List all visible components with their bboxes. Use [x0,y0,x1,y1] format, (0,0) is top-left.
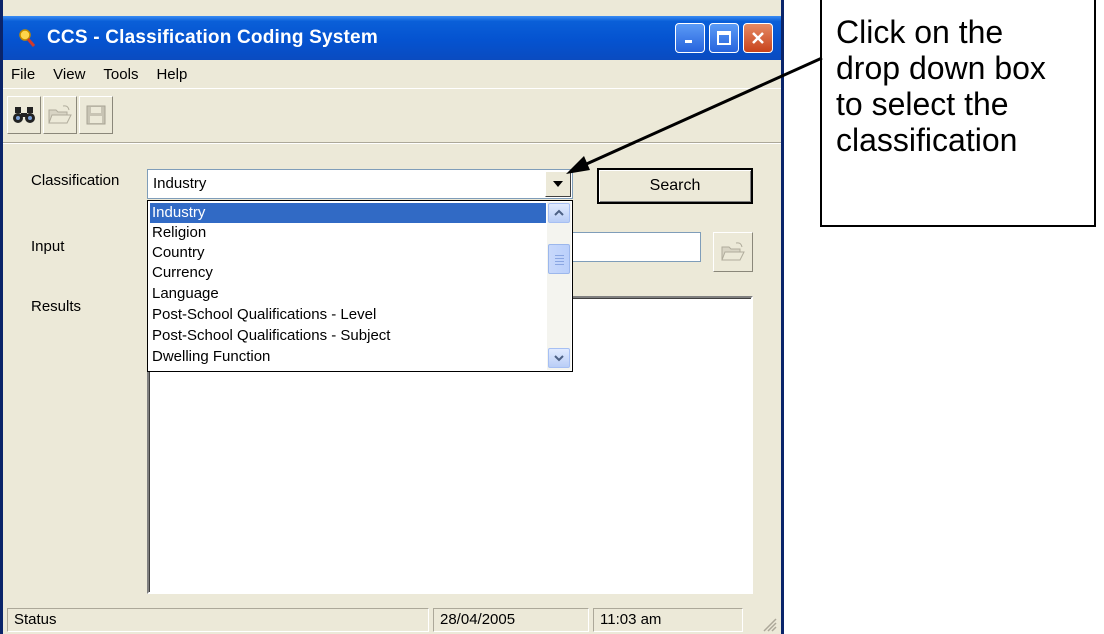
title-bar[interactable]: CCS - Classification Coding System [3,16,781,60]
menu-bar: File View Tools Help [11,60,205,88]
status-bar: Status 28/04/2005 11:03 am [3,606,781,634]
toolbar [7,96,113,134]
scroll-thumb[interactable] [548,244,570,274]
toolbar-separator-highlight [3,143,781,144]
scroll-down-button[interactable] [548,348,570,368]
classification-dropdown-list[interactable]: Industry Religion Country Currency Langu… [147,200,573,372]
search-button[interactable]: Search [597,168,753,204]
resize-grip-icon[interactable] [761,616,777,632]
menu-view[interactable]: View [53,66,85,83]
callout-line: Click on the [836,14,1004,50]
dropdown-item[interactable]: Industry [149,202,547,224]
dropdown-item[interactable]: Dwelling Function [150,347,546,367]
open-folder-icon [48,105,72,124]
maximize-icon [717,31,731,45]
magnifier-app-icon [17,28,37,48]
save-button[interactable] [79,96,113,134]
status-time: 11:03 am [593,608,743,632]
classification-label: Classification [31,172,120,189]
menu-help[interactable]: Help [156,66,187,83]
menu-tools[interactable]: Tools [103,66,138,83]
input-label: Input [31,238,65,255]
minimize-button[interactable] [675,23,705,53]
dropdown-item[interactable]: Religion [150,223,546,243]
window-title: CCS - Classification Coding System [47,27,378,48]
chevron-down-icon [554,355,564,362]
input-field[interactable] [571,232,701,262]
browse-input-button[interactable] [713,232,753,272]
open-folder-icon [721,242,745,261]
results-label: Results [31,298,82,315]
ccs-window: CCS - Classification Coding System File … [0,0,784,634]
status-date: 28/04/2005 [433,608,589,632]
maximize-button[interactable] [709,23,739,53]
open-button[interactable] [43,96,77,134]
dropdown-scrollbar[interactable] [547,202,571,370]
dropdown-item[interactable]: Post-School Qualifications - Subject [150,326,546,346]
menu-file[interactable]: File [11,66,35,83]
chevron-down-icon [553,181,563,187]
binoculars-icon [13,107,35,123]
callout-line: to select the [836,86,1009,122]
chevron-up-icon [554,209,564,216]
dropdown-arrow-button[interactable] [545,171,571,197]
dropdown-item[interactable]: Currency [150,263,546,283]
classification-dropdown[interactable]: Industry [147,169,573,199]
callout-line: drop down box [836,50,1046,86]
find-button[interactable] [7,96,41,134]
minimize-icon [685,40,692,43]
dropdown-item[interactable]: Language [150,284,546,304]
instruction-callout: Click on the drop down box to select the… [820,0,1096,227]
scroll-up-button[interactable] [548,203,570,223]
menu-separator [3,88,781,89]
save-icon [86,105,106,125]
close-button[interactable] [743,23,773,53]
callout-line: classification [836,122,1018,158]
classification-value: Industry [153,175,207,192]
dropdown-item[interactable]: Post-School Qualifications - Level [150,305,546,325]
close-icon [752,32,764,44]
dropdown-item[interactable]: Country [150,243,546,263]
search-button-label: Search [649,177,701,194]
status-text: Status [7,608,429,632]
